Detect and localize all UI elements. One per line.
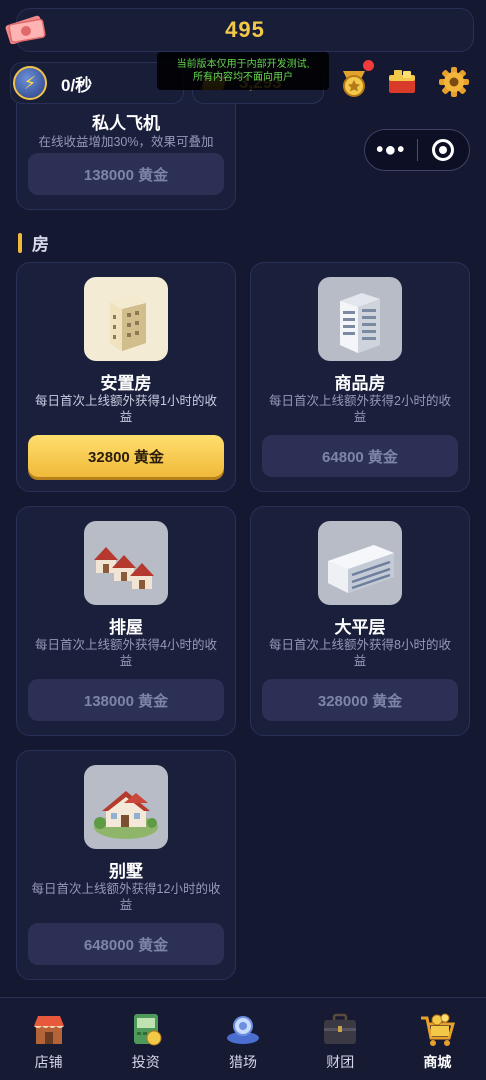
- nav-label: 商城: [423, 1054, 452, 1070]
- product-card: 别墅 每日首次上线额外获得12小时的收益 648000 黄金: [16, 750, 236, 980]
- apartment-image: [84, 277, 168, 361]
- product-card: 安置房 每日首次上线额外获得1小时的收益 32800 黄金: [16, 262, 236, 492]
- gear-icon: [439, 67, 469, 97]
- more-dots-button[interactable]: •●•: [365, 140, 417, 160]
- card-desc: 每日首次上线额外获得1小时的收益: [35, 394, 217, 424]
- cash-icon: [5, 15, 46, 44]
- nav-item-invest[interactable]: 投资: [97, 998, 194, 1080]
- hunting-icon: [227, 1016, 259, 1044]
- rank-medal-button[interactable]: [336, 60, 374, 100]
- income-speed-value: 0/秒: [61, 75, 93, 95]
- notice-line-2: 所有内容均不面向用户: [193, 72, 293, 83]
- nav-item-consortium[interactable]: 财团: [292, 998, 389, 1080]
- nav-item-hunting[interactable]: 猎场: [194, 998, 291, 1080]
- notification-dot: [363, 60, 374, 71]
- section-marker: [18, 232, 22, 253]
- shop-icon: [33, 1016, 64, 1044]
- villa-image: [84, 765, 168, 849]
- nav-label: 财团: [326, 1054, 355, 1070]
- close-miniprogram-button[interactable]: [417, 139, 469, 161]
- card-title: 排屋: [109, 618, 143, 637]
- card-desc: 每日首次上线额外获得2小时的收益: [269, 394, 451, 424]
- nav-label: 猎场: [229, 1054, 257, 1070]
- nav-item-shop[interactable]: 店铺: [0, 998, 97, 1080]
- product-card: 排屋 每日首次上线额外获得4小时的收益 138000 黄金: [16, 506, 236, 736]
- settings-button[interactable]: [436, 64, 472, 100]
- condo-image: [318, 277, 402, 361]
- card-title: 别墅: [109, 862, 143, 881]
- nav-label: 投资: [131, 1054, 160, 1070]
- card-desc: 每日首次上线额外获得8小时的收益: [269, 638, 451, 668]
- product-card: 商品房 每日首次上线额外获得2小时的收益 64800 黄金: [250, 262, 470, 492]
- card-title: 大平层: [334, 618, 386, 637]
- treasure-icon: [389, 70, 415, 93]
- lightning-icon: ⚡: [13, 66, 47, 100]
- section-title: 房: [32, 235, 49, 254]
- buy-button[interactable]: 328000 黄金: [262, 679, 458, 721]
- store-cart-icon: [421, 1013, 456, 1046]
- product-card: 大平层 每日首次上线额外获得8小时的收益 328000 黄金: [250, 506, 470, 736]
- card-title: 商品房: [334, 374, 386, 393]
- card-desc: 每日首次上线额外获得12小时的收益: [31, 882, 221, 912]
- townhouse-image: [84, 521, 168, 605]
- card-desc: 每日首次上线额外获得4小时的收益: [35, 638, 217, 668]
- gold-total-value: 495: [225, 17, 265, 42]
- buy-button[interactable]: 138000 黄金: [28, 679, 224, 721]
- miniprogram-capsule: •●•: [364, 129, 470, 171]
- gold-total-bar: 495: [16, 8, 474, 52]
- buy-button[interactable]: 32800 黄金: [28, 435, 224, 477]
- flat-building-image: [318, 521, 402, 605]
- buy-button[interactable]: 138000 黄金: [28, 153, 224, 195]
- card-desc: 在线收益增加30%，效果可叠加: [38, 135, 214, 149]
- card-title: 安置房: [100, 374, 152, 393]
- target-icon: [432, 139, 455, 161]
- bottom-nav: 店铺 投资 猎场 财团 商城: [0, 997, 486, 1080]
- briefcase-icon: [324, 1013, 357, 1044]
- buy-button[interactable]: 648000 黄金: [28, 923, 224, 965]
- buy-button[interactable]: 64800 黄金: [262, 435, 458, 477]
- notice-line-1: 当前版本仅用于内部开发测试,: [176, 59, 310, 70]
- gift-shop-button[interactable]: [384, 64, 420, 100]
- nav-item-store[interactable]: 商城: [389, 998, 486, 1080]
- section-header-housing: 房: [18, 230, 49, 255]
- dev-notice-toast: 当前版本仅用于内部开发测试, 所有内容均不面向用户: [157, 52, 329, 90]
- invest-icon: [133, 1014, 162, 1046]
- nav-label: 店铺: [34, 1054, 63, 1070]
